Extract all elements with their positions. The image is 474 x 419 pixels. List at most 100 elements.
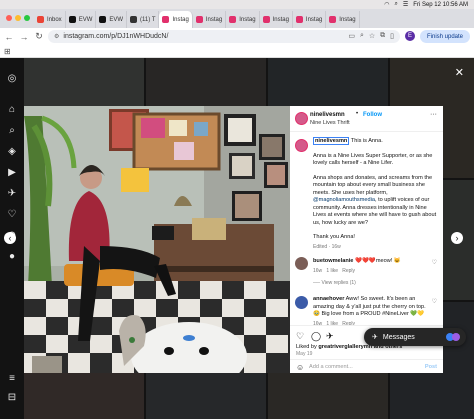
post-location[interactable]: Nine Lives Thrift [310,120,350,126]
comment-item: annaehover Aww! So sweet. It's been an a… [313,296,431,328]
macos-menubar: ◠ ⌕ ☰ Fri Sep 12 10:56 AM [0,0,474,9]
search-icon[interactable]: ⌕ [6,124,18,136]
cast-icon[interactable]: ▭ [348,32,355,40]
browser-toolbar: ← → ↻ ⚙ instagram.com/p/DJ1nWHDudcN/ ▭ ⌕… [0,28,474,45]
post-caption: ninelivesmn This is Anna. Anna is a Nine… [313,137,438,258]
comment-reply-button[interactable]: Reply [342,268,355,274]
commenter-avatar[interactable] [295,296,308,309]
author-username[interactable]: ninelivesmn [310,112,345,118]
tab-favicon-icon [195,16,203,23]
emoji-smiley-icon[interactable]: ☺ [296,363,304,372]
comment-username[interactable]: buetowmelanie [313,258,353,264]
next-post-arrow-icon[interactable]: › [451,232,463,244]
caption-paragraph-2: Anna shops and donates, and screams from… [313,174,433,196]
caption-username[interactable]: ninelivesmn [313,137,350,145]
liked-by-user[interactable]: greatriverglallerymn [318,344,372,350]
address-bar[interactable]: ⚙ instagram.com/p/DJ1nWHDudcN/ ▭ ⌕ ☆ ⧉ ▯ [48,30,400,43]
close-window-button[interactable] [6,15,12,21]
bookmark-star-icon[interactable]: ☆ [369,32,375,40]
bookmarks-bar: ⊞ [0,45,474,58]
caption-meta: Edited · 16w [313,243,341,250]
tab-favicon-icon [262,16,270,23]
commenter-avatar[interactable] [295,257,308,270]
comment-like-heart-icon[interactable]: ♡ [432,259,437,266]
search-icon[interactable]: ⌕ [395,1,398,8]
minimize-window-button[interactable] [15,15,21,21]
notifications-heart-icon[interactable]: ♡ [6,208,18,220]
comment-like-heart-icon[interactable]: ♡ [432,298,437,305]
view-replies-button[interactable]: View replies (1) [321,280,355,286]
post-photo[interactable] [24,106,290,373]
tab-label: Instag [339,16,356,23]
finish-update-button[interactable]: Finish update [420,30,470,43]
messenger-icon: ✈ [372,334,378,341]
reels-icon[interactable]: ▶ [6,166,18,178]
close-modal-icon[interactable]: ✕ [455,66,464,79]
tab-label: Instag [305,16,323,23]
profile-icon[interactable]: ● [6,250,18,262]
reload-icon[interactable]: ↻ [33,31,45,43]
tab-favicon-icon [68,16,76,23]
dot-separator: • [356,111,359,117]
tab-favicon-icon [99,16,107,23]
browser-tab[interactable]: Instag [226,11,260,28]
post-photo-illustration [24,106,290,373]
url-text[interactable]: instagram.com/p/DJ1nWHDudcN/ [63,33,168,40]
profile-avatar[interactable]: E [405,31,415,41]
tab-favicon-icon [130,16,138,23]
browser-tab[interactable]: Instag [159,11,193,28]
browser-tab[interactable]: (11) T [127,11,160,28]
caption-paragraph-1: Anna is a Nine Lives Super Supporter, or… [313,152,433,167]
forward-arrow-icon[interactable]: → [18,31,30,43]
tab-strip: Inbox EVW EVW (11) T Instag Instag Instag Insta… [34,11,470,28]
tab-label: Instag [205,16,223,23]
add-comment-input[interactable]: Add a comment... [309,364,353,370]
browser-tab[interactable]: Instag [293,11,327,28]
tab-favicon-icon [37,16,44,23]
home-icon[interactable]: ⌂ [6,103,18,115]
browser-tab[interactable]: Instag [326,11,360,28]
browser-tab[interactable]: Inbox [34,11,66,28]
caption-title: This is Anna. [350,138,383,144]
more-menu-icon[interactable]: ≡ [6,372,18,384]
back-arrow-icon[interactable]: ← [3,31,15,43]
caption-author-avatar[interactable] [295,139,308,152]
apps-grid-icon[interactable]: ⊞ [4,47,11,56]
messages-button[interactable]: ✈ Messages [364,328,466,346]
instagram-logo-icon[interactable]: ◎ [6,72,18,84]
zoom-icon[interactable]: ⌕ [360,32,364,40]
extensions-icon[interactable]: ⧉ [380,32,385,40]
like-heart-icon[interactable]: ♡ [296,331,304,342]
tab-label: Instag [239,16,256,23]
comment-time[interactable]: 16w [313,268,322,274]
post-date[interactable]: May 19 [296,351,312,357]
browser-tab[interactable]: EVW [66,11,97,28]
control-center-icon[interactable]: ☰ [403,1,408,8]
site-info-icon[interactable]: ⚙ [54,33,59,40]
tab-label: EVW [109,16,124,23]
previous-post-arrow-icon[interactable]: ‹ [4,232,16,244]
wifi-icon[interactable]: ◠ [384,1,389,8]
browser-tab[interactable]: Instag [260,11,293,28]
messages-avatars [446,333,460,341]
post-comment-button[interactable]: Post [425,364,437,370]
caption-mention-link[interactable]: @magnoliamouthsmedia [313,197,375,203]
comment-likes[interactable]: 1 like [326,268,338,274]
tab-favicon-icon [162,16,170,23]
more-options-icon[interactable]: ··· [430,111,437,118]
zoom-window-button[interactable] [24,15,30,21]
comment-bubble-icon[interactable]: ◯ [311,331,321,342]
explore-icon[interactable]: ◈ [6,145,18,157]
browser-tab[interactable]: Instag [193,11,227,28]
author-avatar[interactable] [295,112,308,125]
messenger-icon[interactable]: ✈ [6,187,18,199]
sidebar-icon[interactable]: ▯ [390,32,394,40]
menubar-datetime[interactable]: Fri Sep 12 10:56 AM [413,2,468,8]
post-header: ninelivesmn • Follow Nine Lives Thrift ·… [290,106,443,132]
comment-username[interactable]: annaehover [313,296,344,302]
also-from-meta-icon[interactable]: ⊟ [6,391,18,403]
tab-label: (11) T [140,16,156,23]
share-send-icon[interactable]: ✈ [326,331,334,342]
browser-tab[interactable]: EVW [96,11,128,28]
follow-button[interactable]: Follow [363,112,382,118]
